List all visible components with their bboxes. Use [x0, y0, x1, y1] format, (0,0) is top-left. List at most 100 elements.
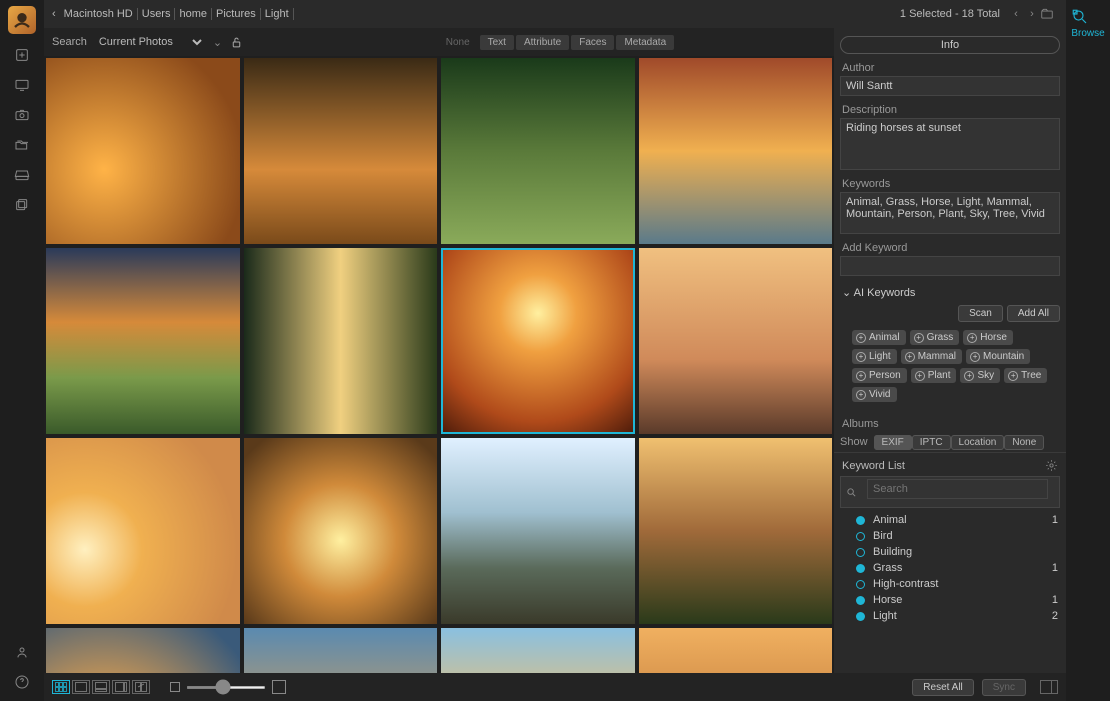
keywords-input[interactable]: Animal, Grass, Horse, Light, Mammal, Mou… — [840, 192, 1060, 234]
thumb-size-min-icon — [170, 682, 180, 692]
keyword-search-input[interactable] — [867, 479, 1048, 499]
view-grid-icon[interactable] — [52, 680, 70, 694]
plus-icon: + — [905, 352, 915, 362]
thumbnail[interactable] — [46, 628, 240, 673]
thumbnail[interactable] — [244, 248, 438, 434]
crumb-1[interactable]: Users — [138, 8, 176, 20]
stacks-icon[interactable] — [13, 196, 31, 214]
thumbnail[interactable] — [639, 438, 833, 624]
monitor-icon[interactable] — [13, 76, 31, 94]
description-input[interactable]: Riding horses at sunset — [840, 118, 1060, 170]
search-scope-select[interactable]: Current Photos — [95, 35, 205, 49]
sync-button[interactable]: Sync — [982, 679, 1026, 696]
author-input[interactable] — [840, 76, 1060, 96]
thumbnail[interactable] — [639, 628, 833, 673]
keyword-chip[interactable]: +Sky — [960, 368, 1000, 383]
keyword-row[interactable]: Grass1 — [842, 560, 1058, 576]
panel-toggle-icon[interactable] — [1040, 680, 1058, 694]
view-split-h-icon[interactable] — [92, 680, 110, 694]
crumb-3[interactable]: Pictures — [212, 8, 261, 20]
plus-icon: + — [856, 333, 866, 343]
reset-all-button[interactable]: Reset All — [912, 679, 973, 696]
scan-button[interactable]: Scan — [958, 305, 1003, 322]
lock-icon[interactable] — [230, 36, 243, 49]
thumbnail[interactable] — [244, 438, 438, 624]
thumbnail[interactable] — [639, 58, 833, 244]
help-icon[interactable] — [13, 673, 31, 691]
thumbnail[interactable] — [46, 58, 240, 244]
folders-icon[interactable] — [13, 136, 31, 154]
keyword-row[interactable]: Light2 — [842, 608, 1058, 624]
thumbnail[interactable] — [441, 438, 635, 624]
camera-icon[interactable] — [13, 106, 31, 124]
keyword-chip[interactable]: +Mountain — [966, 349, 1030, 364]
add-icon[interactable] — [13, 46, 31, 64]
add-all-button[interactable]: Add All — [1007, 305, 1060, 322]
folder-up-icon[interactable] — [1040, 7, 1058, 21]
plus-icon: + — [856, 371, 866, 381]
keyword-chip[interactable]: +Plant — [911, 368, 957, 383]
keyword-dot-icon — [856, 580, 865, 589]
next-button[interactable]: › — [1024, 8, 1040, 20]
keyword-row[interactable]: Horse1 — [842, 592, 1058, 608]
filter-none[interactable]: None — [438, 35, 478, 50]
thumbnail[interactable] — [441, 58, 635, 244]
user-icon[interactable] — [13, 643, 31, 661]
keyword-chip[interactable]: +Vivid — [852, 387, 897, 402]
crumb-0[interactable]: Macintosh HD — [60, 8, 138, 20]
keyword-row[interactable]: Animal1 — [842, 512, 1058, 528]
thumbnail[interactable] — [244, 58, 438, 244]
show-option-exif[interactable]: EXIF — [874, 435, 912, 450]
view-split-v-icon[interactable] — [112, 680, 130, 694]
thumbnail[interactable] — [46, 438, 240, 624]
thumbnail[interactable] — [441, 248, 635, 434]
thumbnail[interactable] — [46, 248, 240, 434]
search-label: Search — [52, 36, 87, 48]
crumb-2[interactable]: home — [175, 8, 212, 20]
plus-icon: + — [1008, 371, 1018, 381]
filter-metadata[interactable]: Metadata — [616, 35, 674, 50]
keyword-chip[interactable]: +Mammal — [901, 349, 962, 364]
author-label: Author — [834, 60, 1066, 76]
keyword-row[interactable]: Bird — [842, 528, 1058, 544]
keyword-count: 1 — [1052, 562, 1058, 574]
browse-mode-button[interactable]: Browse — [1071, 8, 1104, 39]
keyword-chip[interactable]: +Grass — [910, 330, 960, 345]
show-option-iptc[interactable]: IPTC — [912, 435, 951, 450]
back-button[interactable]: ‹ — [52, 8, 56, 20]
thumbnail[interactable] — [441, 628, 635, 673]
ai-keywords-title: AI Keywords — [854, 287, 916, 299]
ai-keywords-header[interactable]: ⌄ AI Keywords — [834, 282, 1066, 303]
show-row: Show EXIFIPTCLocationNone — [834, 432, 1066, 452]
show-label: Show — [840, 436, 868, 448]
view-single-icon[interactable] — [72, 680, 90, 694]
keyword-name: Light — [873, 610, 1052, 622]
keyword-chip[interactable]: +Animal — [852, 330, 906, 345]
thumbnail[interactable] — [639, 248, 833, 434]
show-option-none[interactable]: None — [1004, 435, 1044, 450]
keyword-row[interactable]: High-contrast — [842, 576, 1058, 592]
thumbnail[interactable] — [244, 628, 438, 673]
drive-icon[interactable] — [13, 166, 31, 184]
breadcrumb-bar: ‹ Macintosh HD Users home Pictures Light… — [44, 0, 1066, 28]
keyword-name: Building — [873, 546, 1058, 558]
thumbnail-size-slider[interactable] — [186, 686, 266, 689]
keyword-chip[interactable]: +Horse — [963, 330, 1013, 345]
keyword-dot-icon — [856, 596, 865, 605]
keyword-row[interactable]: Building — [842, 544, 1058, 560]
view-compare-icon[interactable] — [132, 680, 150, 694]
filter-attribute[interactable]: Attribute — [516, 35, 569, 50]
right-rail: Browse — [1066, 0, 1110, 701]
keyword-search[interactable] — [840, 476, 1060, 508]
gear-icon[interactable] — [1045, 459, 1058, 472]
prev-button[interactable]: ‹ — [1008, 8, 1024, 20]
keyword-chip[interactable]: +Tree — [1004, 368, 1047, 383]
filter-text[interactable]: Text — [480, 35, 514, 50]
show-option-location[interactable]: Location — [951, 435, 1005, 450]
keyword-chip[interactable]: +Light — [852, 349, 897, 364]
add-keyword-input[interactable] — [840, 256, 1060, 276]
crumb-4[interactable]: Light — [261, 8, 294, 20]
keyword-chip[interactable]: +Person — [852, 368, 907, 383]
info-tab[interactable]: Info — [840, 36, 1060, 54]
filter-faces[interactable]: Faces — [571, 35, 614, 50]
